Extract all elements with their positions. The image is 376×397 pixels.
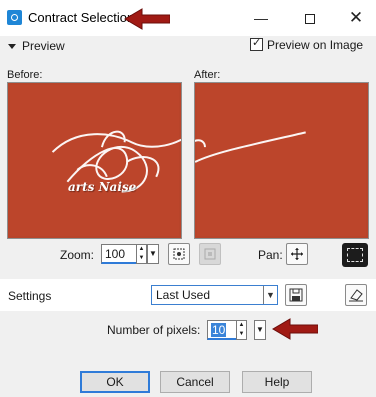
reset-eraser-icon <box>349 289 363 302</box>
pixels-dropdown-button[interactable]: ▼ <box>254 320 266 340</box>
maximize-icon <box>305 14 315 25</box>
preview-on-image-label: Preview on Image <box>267 38 364 52</box>
move-arrows-icon <box>291 248 303 260</box>
preview-toggle[interactable]: Preview <box>8 39 65 53</box>
preview-on-image-checkbox[interactable]: Preview on Image <box>250 36 364 52</box>
save-preset-button[interactable] <box>285 284 307 306</box>
checkbox-checked-icon <box>250 36 263 51</box>
maximize-button[interactable] <box>287 0 333 36</box>
zoom-spinner[interactable]: ▲ ▼ <box>136 244 147 264</box>
watermark-scroll-after-icon <box>195 131 306 163</box>
minimize-button[interactable]: — <box>238 0 284 36</box>
annotation-arrow-title-icon <box>124 8 170 30</box>
zoom-dropdown-button[interactable]: ▼ <box>147 244 159 264</box>
watermark-text: arts Naise <box>68 180 137 194</box>
title-bar: Contract Selection — ✕ <box>0 0 376 36</box>
settings-label: Settings <box>8 289 52 303</box>
zoom-label: Zoom: <box>60 248 95 262</box>
collapse-triangle-icon <box>8 44 16 50</box>
after-label: After: <box>194 69 221 81</box>
close-button[interactable]: ✕ <box>333 0 376 36</box>
zoom-input[interactable]: 100 <box>101 244 137 264</box>
actual-size-icon <box>204 248 216 260</box>
pan-button[interactable] <box>286 243 308 265</box>
pixels-label: Number of pixels: <box>107 323 201 337</box>
help-button[interactable]: Help <box>242 371 312 393</box>
window-title: Contract Selection <box>28 10 135 25</box>
before-preview-image[interactable]: arts Naise <box>7 82 182 239</box>
reset-button[interactable] <box>345 284 367 306</box>
pixels-spinner[interactable]: ▲ ▼ <box>236 320 247 340</box>
app-icon <box>7 10 22 25</box>
preview-toggle-label: Preview <box>22 39 65 53</box>
watermark-scroll-icon <box>51 130 181 193</box>
preset-value: Last Used <box>156 288 211 302</box>
pixels-input[interactable]: 10 <box>207 320 237 340</box>
floppy-disk-icon <box>289 288 303 302</box>
chevron-down-icon: ▼ <box>263 286 277 304</box>
before-label: Before: <box>7 69 43 81</box>
preset-select[interactable]: Last Used ▼ <box>151 285 278 305</box>
pan-label: Pan: <box>258 248 283 262</box>
navigator-toggle-button[interactable] <box>342 243 368 267</box>
after-preview-image[interactable] <box>194 82 369 239</box>
zoom-fit-icon <box>173 248 185 260</box>
cancel-button[interactable]: Cancel <box>160 371 230 393</box>
zoom-actual-size-button[interactable] <box>199 243 221 265</box>
zoom-fit-button[interactable] <box>168 243 190 265</box>
pixels-value: 10 <box>211 323 227 337</box>
annotation-arrow-pixels-icon <box>272 318 318 340</box>
ok-button[interactable]: OK <box>80 371 150 393</box>
